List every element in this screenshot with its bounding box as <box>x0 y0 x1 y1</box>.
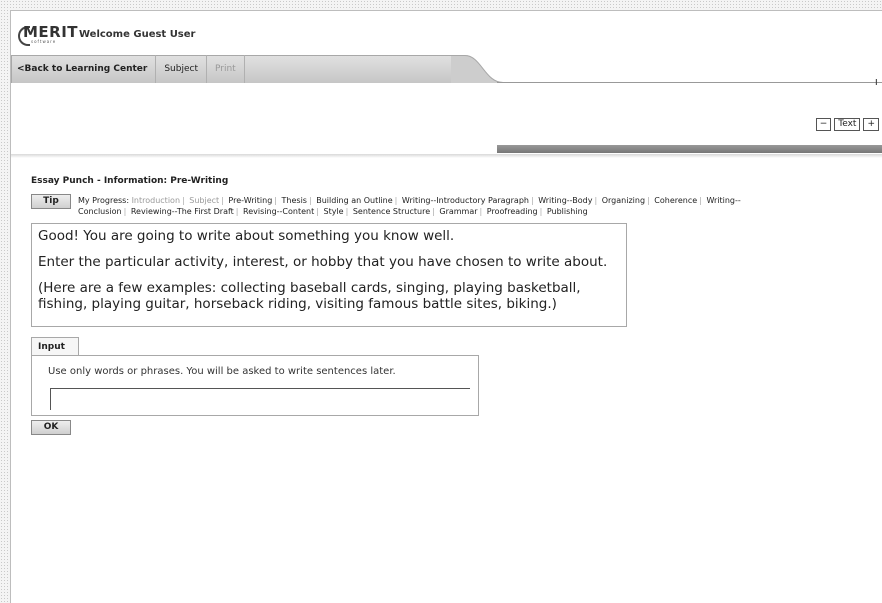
progress-step[interactable]: Pre-Writing <box>228 196 272 205</box>
progress-separator: | <box>432 207 435 216</box>
progress-step[interactable]: Publishing <box>547 207 588 216</box>
prompt-box: Good! You are going to write about somet… <box>31 223 627 327</box>
progress-step[interactable]: Sentence Structure <box>353 207 430 216</box>
progress-step[interactable]: Coherence <box>654 196 697 205</box>
progress-step[interactable]: Proofreading <box>487 207 538 216</box>
prompt-line-3: (Here are a few examples: collecting bas… <box>38 280 581 312</box>
text-size-controls: − Text + <box>815 118 879 131</box>
logo-subtitle: software <box>31 39 57 44</box>
decrease-text-button[interactable]: − <box>815 118 832 131</box>
progress-steps: Introduction | Subject | Pre-Writing | Thes… <box>78 196 741 216</box>
progress-step[interactable]: Building an Outline <box>316 196 392 205</box>
activity-input[interactable] <box>50 388 470 410</box>
input-hint: Use only words or phrases. You will be a… <box>48 366 396 377</box>
increase-text-button[interactable]: + <box>863 118 879 131</box>
header: MERIT software Welcome Guest User <box>11 11 882 55</box>
progress-separator: | <box>539 207 543 216</box>
progress-separator: | <box>235 207 239 216</box>
progress-separator: | <box>316 207 319 216</box>
progress-step[interactable]: Thesis <box>282 196 307 205</box>
prompt-line-1: Good! You are going to write about somet… <box>38 228 455 244</box>
page-title: Essay Punch - Information: Pre-Writing <box>31 176 229 186</box>
progress-separator: | <box>647 196 650 205</box>
progress-step[interactable]: Subject <box>189 196 219 205</box>
tab-input[interactable]: Input <box>31 337 79 356</box>
input-panel: Use only words or phrases. You will be a… <box>31 355 479 416</box>
progress-step[interactable]: Organizing <box>602 196 645 205</box>
nav-tab-curve <box>451 55 503 83</box>
progress-step[interactable]: Reviewing--The First Draft <box>131 207 234 216</box>
nav-bar: <Back to Learning Center Subject Print <box>11 55 882 85</box>
progress-separator: | <box>221 196 224 205</box>
text-size-label: Text <box>834 118 861 131</box>
progress-separator: | <box>530 196 534 205</box>
panel-shadow <box>11 154 882 158</box>
print-link: Print <box>207 55 245 83</box>
progress-separator: | <box>479 207 483 216</box>
progress-separator: | <box>394 196 398 205</box>
subject-link[interactable]: Subject <box>156 55 207 83</box>
progress-separator: | <box>308 196 312 205</box>
nav-rule <box>497 82 882 83</box>
progress-trail: My Progress: Introduction | Subject | Pre-… <box>78 195 768 217</box>
progress-separator: | <box>699 196 702 205</box>
prompt-line-2: Enter the particular activity, interest,… <box>38 254 608 270</box>
progress-step[interactable]: Introduction <box>132 196 180 205</box>
progress-separator: | <box>182 196 185 205</box>
app-frame: MERIT software Welcome Guest User <Back … <box>10 10 882 603</box>
progress-separator: | <box>274 196 277 205</box>
progress-label: My Progress: <box>78 196 130 205</box>
welcome-message: Welcome Guest User <box>79 29 196 40</box>
ok-button[interactable]: OK <box>31 420 71 435</box>
nav-items: <Back to Learning Center Subject Print <box>11 55 245 83</box>
merit-logo: MERIT software <box>17 23 78 46</box>
progress-step[interactable]: Style <box>324 207 344 216</box>
progress-separator: | <box>345 207 349 216</box>
progress-step[interactable]: Grammar <box>439 207 477 216</box>
progress-step[interactable]: Revising--Content <box>243 207 314 216</box>
back-to-learning-center-link[interactable]: <Back to Learning Center <box>11 55 157 83</box>
progress-separator: | <box>123 207 127 216</box>
gray-divider-bar <box>497 145 882 153</box>
tip-button[interactable]: Tip <box>31 194 71 209</box>
progress-step[interactable]: Writing--Introductory Paragraph <box>402 196 529 205</box>
progress-step[interactable]: Writing--Body <box>538 196 592 205</box>
progress-separator: | <box>594 196 598 205</box>
